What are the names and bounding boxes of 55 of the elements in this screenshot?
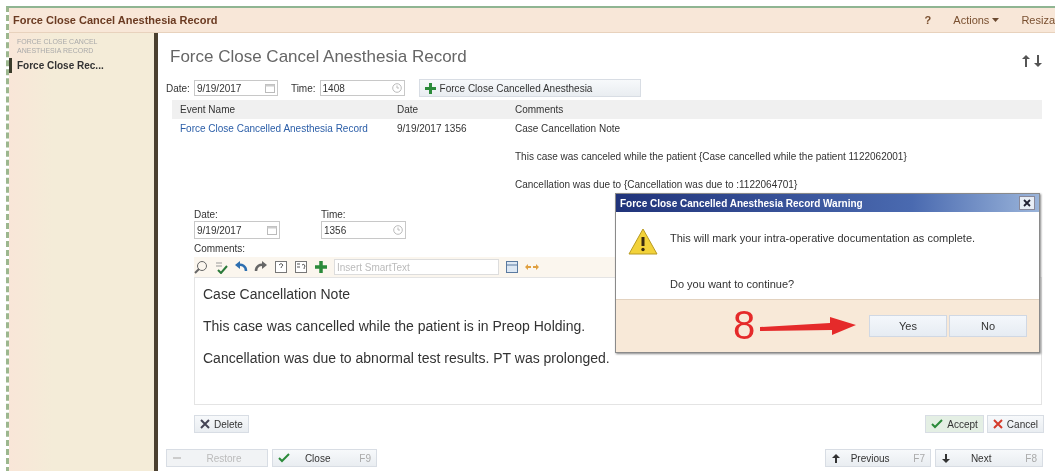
- previous-button[interactable]: Previous F7: [825, 449, 931, 467]
- template-icon[interactable]: [505, 260, 519, 274]
- date-field[interactable]: 9/19/2017: [193, 80, 278, 96]
- up-arrow-icon: [831, 452, 841, 464]
- close-icon: [992, 419, 1003, 429]
- close-button[interactable]: Close F9: [272, 449, 377, 467]
- comment-text: Cancellation was due to {Cancellation was due to :1122064701}: [515, 179, 798, 190]
- close-icon: [1023, 199, 1031, 207]
- column-header: Date: [389, 100, 507, 119]
- dialog-message: This will mark your intra-operative documentation as complete.: [670, 232, 976, 244]
- date-label: Date:: [166, 82, 190, 94]
- column-header: Comments: [507, 100, 1042, 119]
- redo-icon[interactable]: [254, 260, 268, 274]
- event-link[interactable]: Force Close Cancelled Anesthesia Record: [180, 123, 368, 134]
- warning-icon: [628, 228, 658, 255]
- zoom-icon[interactable]: [194, 260, 208, 274]
- window-title: Force Close Cancel Anesthesia Record: [12, 14, 219, 26]
- date-label: Date:: [194, 209, 219, 220]
- undo-icon[interactable]: [234, 260, 248, 274]
- next-button[interactable]: Next F8: [935, 449, 1043, 467]
- time-label: Time:: [290, 82, 316, 94]
- check-icon: [931, 419, 944, 429]
- plus-icon: [424, 82, 436, 94]
- comments-label: Comments:: [194, 243, 247, 254]
- delete-button[interactable]: Delete: [194, 415, 249, 433]
- sidebar-item[interactable]: Force Close Rec...: [9, 58, 154, 73]
- time-label: Time:: [321, 209, 347, 220]
- add-event-button[interactable]: Force Close Cancelled Anesthesia: [418, 79, 641, 97]
- time-field[interactable]: 1408: [319, 80, 405, 96]
- help-box-icon[interactable]: [274, 260, 288, 274]
- menu-item[interactable]: Resiza: [1021, 14, 1055, 26]
- time-field[interactable]: 1356: [321, 221, 406, 239]
- down-arrow-icon: [941, 452, 951, 464]
- yes-button[interactable]: Yes: [869, 315, 947, 337]
- page-title: Force Close Cancel Anesthesia Record: [170, 47, 467, 67]
- column-header: Event Name: [172, 100, 389, 119]
- check-icon: [278, 453, 290, 463]
- no-button[interactable]: No: [949, 315, 1027, 337]
- date-field[interactable]: 9/19/2017: [194, 221, 280, 239]
- cancel-button[interactable]: Cancel: [986, 415, 1044, 433]
- dialog-question: Do you want to continue?: [670, 278, 796, 290]
- plus-icon[interactable]: [314, 260, 328, 274]
- accept-button[interactable]: Accept: [925, 415, 984, 433]
- actions-menu[interactable]: Actions: [953, 14, 1000, 26]
- close-icon: [200, 419, 210, 429]
- help-list-icon[interactable]: [294, 260, 308, 274]
- comment-text: This case was canceled while the patient {Case cancelled while the patient 1122062001}: [515, 151, 907, 162]
- comment-text: Case Cancellation Note: [515, 123, 621, 134]
- dialog-title: Force Close Cancelled Anesthesia Record Warning: [620, 197, 863, 209]
- spell-check-icon[interactable]: [214, 260, 228, 274]
- help-button[interactable]: ?: [924, 14, 932, 26]
- step-number: 8: [733, 304, 756, 346]
- table-cell: 9/19/2017 1356: [397, 123, 467, 134]
- up-down-arrows-icon[interactable]: [1021, 55, 1043, 67]
- close-button[interactable]: [1019, 196, 1035, 210]
